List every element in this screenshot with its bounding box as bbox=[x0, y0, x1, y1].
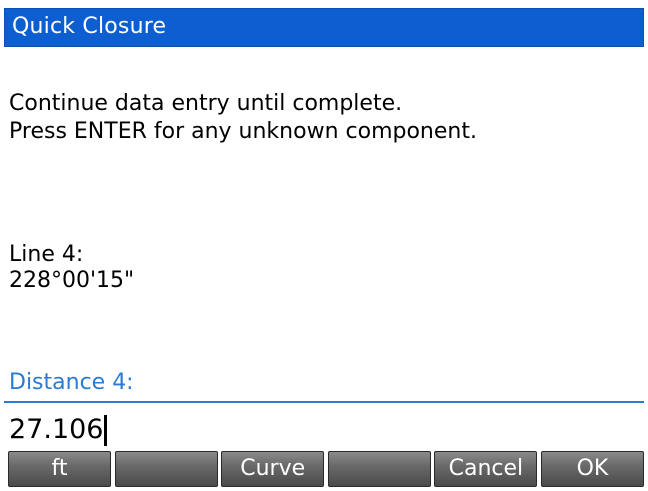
distance-entry-value[interactable]: 27.106 bbox=[9, 415, 103, 445]
entry-divider bbox=[4, 401, 644, 403]
distance-field-label: Distance 4: bbox=[9, 370, 134, 395]
window-title: Quick Closure bbox=[12, 14, 167, 39]
softkey-blank-2[interactable] bbox=[114, 451, 218, 487]
distance-entry-field[interactable]: 27.106 bbox=[9, 414, 108, 446]
title-bar: Quick Closure bbox=[4, 8, 644, 47]
text-cursor bbox=[104, 414, 108, 446]
softkey-ok[interactable]: OK bbox=[540, 451, 644, 487]
instruction-line-2: Press ENTER for any unknown component. bbox=[9, 119, 477, 144]
softkey-curve[interactable]: Curve bbox=[221, 451, 325, 487]
softkey-blank-4[interactable] bbox=[327, 451, 431, 487]
calculator-screen: Quick Closure Continue data entry until … bbox=[0, 0, 648, 491]
instruction-line-1: Continue data entry until complete. bbox=[9, 91, 403, 116]
softkey-cancel[interactable]: Cancel bbox=[434, 451, 538, 487]
previous-line-label: Line 4: bbox=[9, 242, 84, 267]
previous-line-bearing: 228°00'15" bbox=[9, 268, 135, 293]
softkey-ft[interactable]: ft bbox=[8, 451, 111, 487]
softkey-bar: ft Curve Cancel OK bbox=[8, 451, 644, 487]
